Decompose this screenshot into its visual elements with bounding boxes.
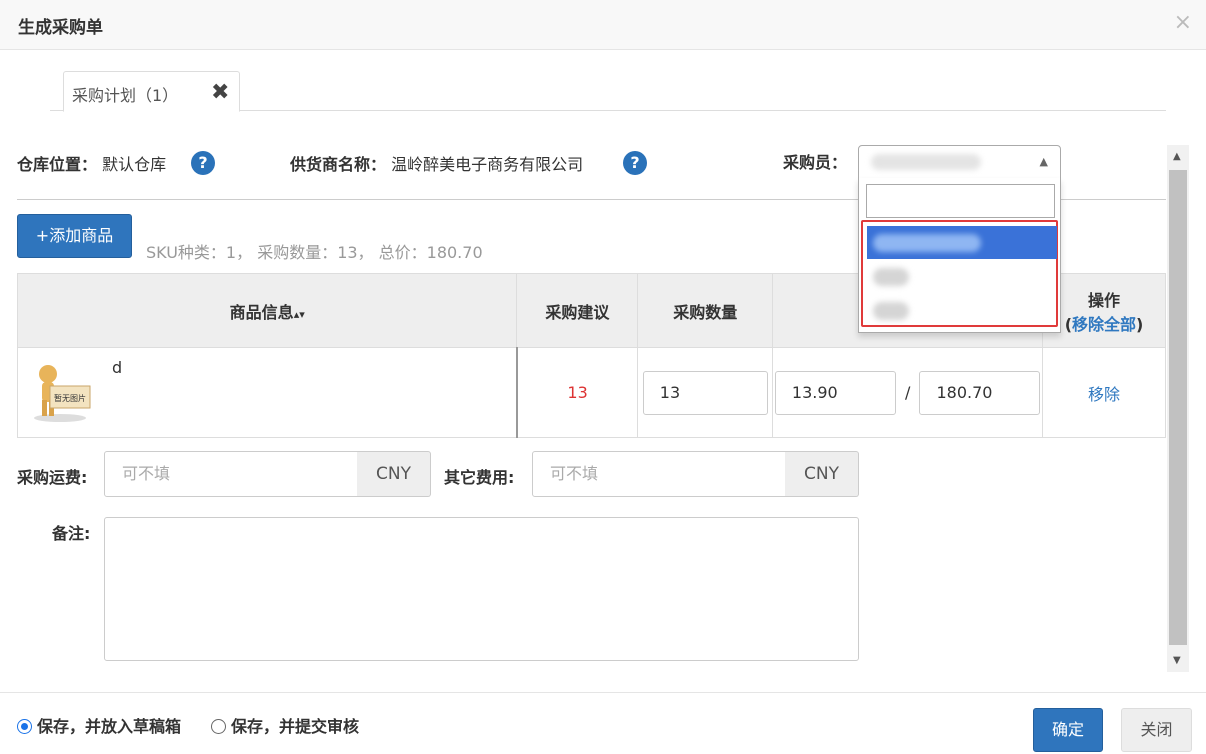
supplier-help-icon[interactable]: ? (623, 151, 647, 175)
freight-unit: CNY (357, 451, 431, 497)
freight-label: 采购运费: (17, 468, 88, 487)
tab-close-icon[interactable]: ✖ (211, 80, 229, 105)
price-separator: / (904, 382, 911, 402)
header-suggest: 采购建议 (516, 273, 639, 348)
other-fee-unit: CNY (785, 451, 859, 497)
buyer-search-input[interactable] (866, 184, 1055, 218)
warehouse-value: 默认仓库 (102, 155, 167, 174)
buyer-options-list (861, 220, 1058, 327)
dialog-close-icon[interactable]: × (1174, 10, 1192, 35)
radio-unchecked-icon[interactable] (211, 719, 226, 734)
scroll-up-icon[interactable]: ▲ (1173, 151, 1181, 162)
remove-link[interactable]: 移除 (1088, 385, 1120, 404)
buyer-option-selected[interactable] (867, 226, 1057, 259)
radio-submit-review[interactable]: 保存，并提交审核 (211, 713, 359, 737)
scroll-down-icon[interactable]: ▼ (1173, 655, 1181, 666)
other-fee-input[interactable]: 可不填 (532, 451, 786, 497)
operation-cell: 移除 (1042, 347, 1166, 438)
chevron-up-icon: ▲ (1039, 155, 1048, 168)
radio-checked-icon[interactable] (17, 719, 32, 734)
remark-textarea[interactable] (104, 517, 859, 661)
scrollbar-thumb[interactable] (1169, 170, 1187, 645)
supplier-value: 温岭醉美电子商务有限公司 (391, 155, 584, 174)
warehouse-label: 仓库位置： (17, 155, 98, 174)
radio-save-draft-label: 保存，并放入草稿箱 (37, 717, 182, 736)
dialog-title: 生成采购单 (18, 18, 103, 38)
header-op-label: 操作 (1088, 290, 1121, 310)
buyer-info: 采购员： (783, 149, 847, 173)
content-scrollbar[interactable]: ▲ ▼ (1167, 145, 1189, 672)
warehouse-help-icon[interactable]: ? (191, 151, 215, 175)
sort-icon[interactable]: ▴▾ (294, 308, 305, 321)
tab-purchase-plan[interactable]: 采购计划（1） ✖ (63, 71, 240, 112)
confirm-button[interactable]: 确定 (1033, 708, 1103, 752)
buyer-select[interactable]: ▲ (858, 145, 1061, 179)
qty-input[interactable]: 13 (642, 370, 768, 415)
header-qty: 采购数量 (637, 273, 774, 348)
thumb-text: 暂无图片 (54, 393, 86, 403)
purchase-order-dialog: 生成采购单 × 采购计划（1） ✖ 仓库位置： 默认仓库 ? 供货商名称： 温岭… (0, 0, 1206, 754)
other-fee-label: 其它费用: (444, 468, 515, 487)
unit-price-input[interactable]: 13.90 (774, 370, 896, 415)
buyer-option[interactable] (867, 260, 1057, 293)
header-operation: 操作 (移除全部) (1042, 273, 1166, 348)
product-cell: 暂无图片 d (16, 347, 518, 438)
buyer-label: 采购员： (783, 153, 848, 172)
dialog-header: 生成采购单 × (0, 0, 1206, 50)
supplier-label: 供货商名称： (290, 155, 387, 174)
tab-label: 采购计划（1） (72, 86, 179, 105)
buyer-option[interactable] (867, 294, 1057, 327)
no-image-placeholder-icon: 暂无图片 (34, 365, 91, 422)
buyer-selected-value (871, 154, 981, 170)
buyer-dropdown (858, 178, 1061, 333)
table-row: 暂无图片 d 13 13 13.90 / 180.70 移除 (16, 347, 1166, 438)
radio-submit-review-label: 保存，并提交审核 (231, 717, 360, 736)
suggest-cell: 13 (516, 347, 639, 438)
remove-all-link[interactable]: 移除全部 (1072, 315, 1136, 334)
suggest-value: 13 (567, 383, 588, 402)
total-price-input[interactable]: 180.70 (919, 370, 1041, 415)
header-product[interactable]: 商品信息▴▾ (16, 273, 518, 348)
dialog-footer: 保存，并放入草稿箱 保存，并提交审核 确定 关闭 (0, 692, 1206, 754)
qty-cell: 13 (637, 347, 774, 438)
radio-save-draft[interactable]: 保存，并放入草稿箱 (17, 713, 181, 737)
supplier-info: 供货商名称： 温岭醉美电子商务有限公司 (290, 151, 583, 175)
price-cell: 13.90 / 180.70 (772, 347, 1044, 438)
warehouse-info: 仓库位置： 默认仓库 (17, 151, 166, 175)
order-summary: SKU种类：1， 采购数量：13， 总价：180.70 (146, 243, 483, 262)
close-button[interactable]: 关闭 (1121, 708, 1192, 752)
remark-label: 备注: (52, 524, 91, 543)
add-product-button[interactable]: +添加商品 (17, 214, 132, 258)
product-name: d (112, 358, 123, 377)
freight-input[interactable]: 可不填 (104, 451, 358, 497)
